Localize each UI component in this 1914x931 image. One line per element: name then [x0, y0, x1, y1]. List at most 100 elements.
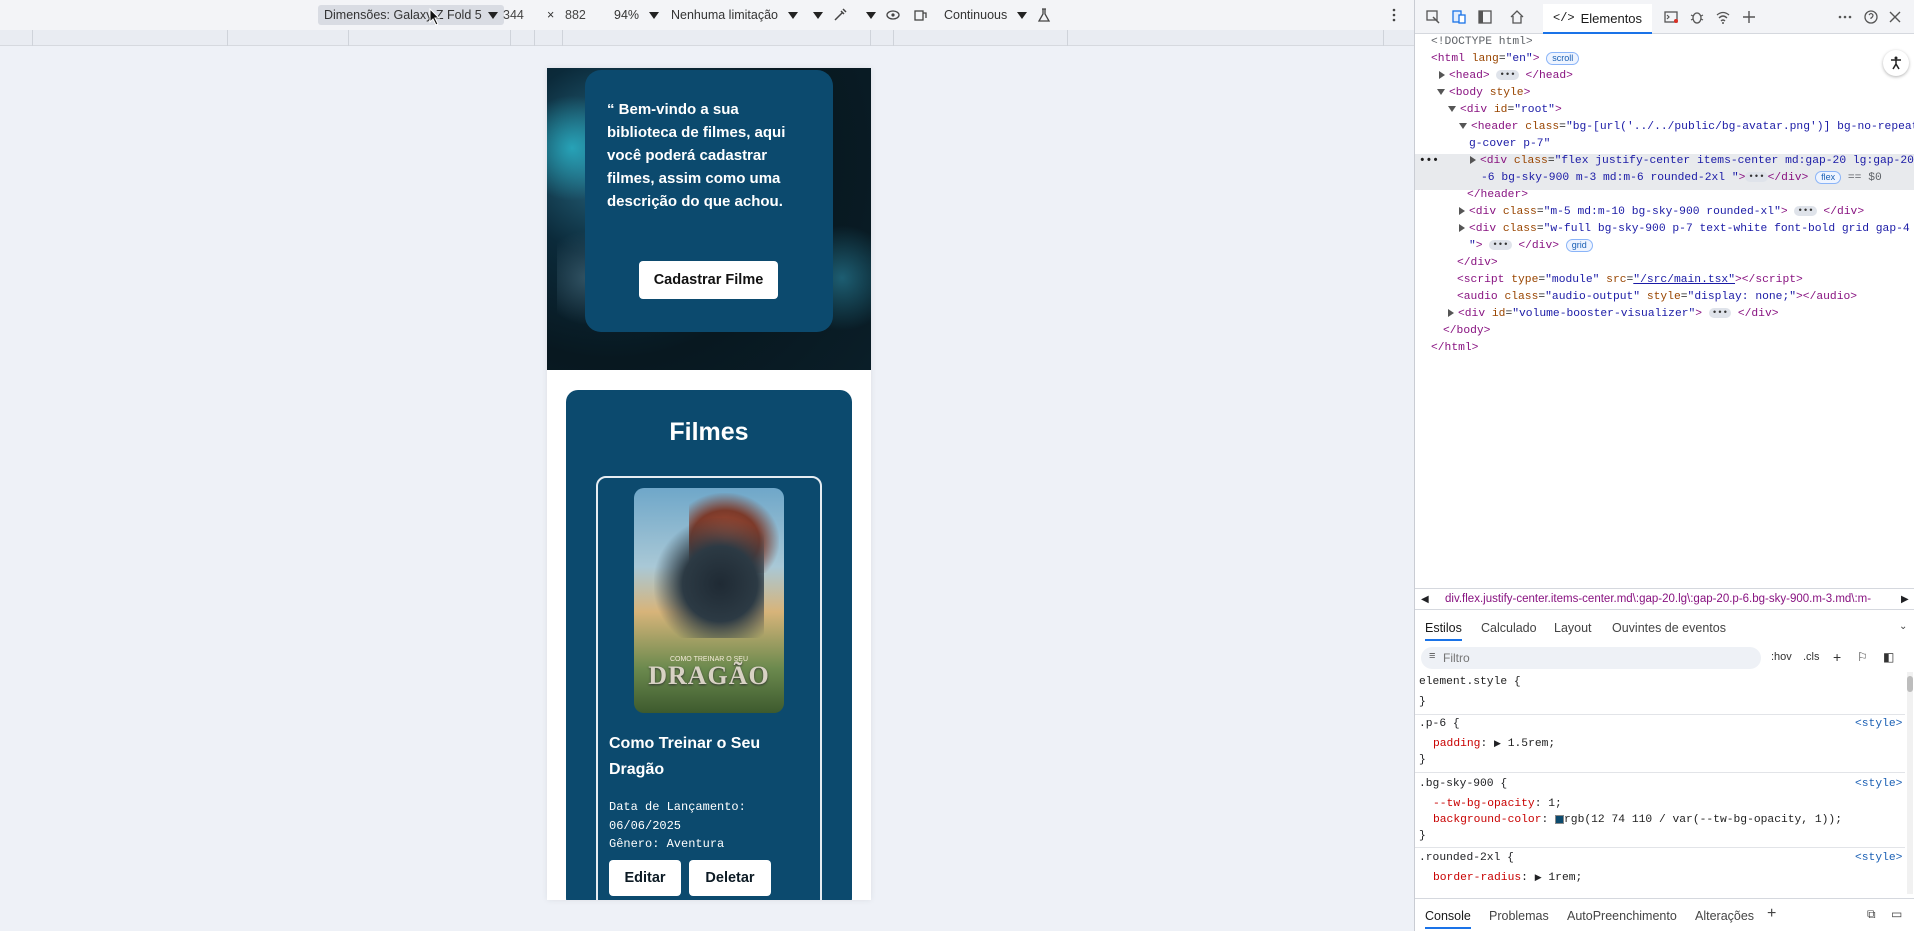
collapse-triangle-icon[interactable] [1437, 89, 1445, 96]
tab-issues[interactable]: Problemas [1489, 909, 1549, 923]
dom-volume-booster[interactable]: <div id="volume-booster-visualizer"> •••… [1448, 306, 1779, 323]
hov-toggle[interactable]: :hov [1771, 651, 1792, 663]
add-tab-icon[interactable]: + [1767, 905, 1776, 923]
chevron-down-icon [649, 11, 660, 19]
dom-audio[interactable]: <audio class="audio-output" style="displ… [1457, 289, 1857, 306]
more-horizontal-icon[interactable] [1835, 7, 1855, 27]
mouse-cursor-icon [429, 8, 441, 26]
rotate-icon[interactable] [912, 0, 928, 30]
dom-html[interactable]: <html lang="en"> scroll [1431, 51, 1580, 68]
dom-script[interactable]: <script type="module" src="/src/main.tsx… [1457, 272, 1803, 289]
styles-filter-input[interactable] [1421, 647, 1761, 669]
collapse-triangle-icon[interactable] [1448, 106, 1456, 113]
dom-root-close: </div> [1457, 257, 1498, 269]
dimensions-select[interactable]: Dimensões: Galaxy Z Fold 5 [318, 5, 504, 25]
home-icon[interactable] [1507, 7, 1527, 27]
tab-computed[interactable]: Calculado [1481, 621, 1537, 635]
tab-event-listeners[interactable]: Ouvintes de eventos [1612, 621, 1726, 635]
close-drawer-icon[interactable]: ▭ [1891, 907, 1902, 921]
dom-body[interactable]: <body style> [1437, 85, 1530, 102]
dom-root-div[interactable]: <div id="root"> [1448, 102, 1562, 119]
rounded-declaration[interactable]: border-radius: ▶ 1rem; [1433, 870, 1582, 886]
tab-autofill[interactable]: AutoPreenchimento [1567, 909, 1677, 923]
rounded-selector[interactable]: .rounded-2xl { [1419, 850, 1514, 866]
bg-color-declaration[interactable]: background-color: rgb(12 74 110 / var(--… [1433, 812, 1842, 828]
dom-body-close: </body> [1443, 325, 1491, 337]
paint-icon[interactable]: ⚐ [1857, 650, 1868, 664]
p6-selector[interactable]: .p-6 { [1419, 716, 1460, 732]
zoom-select[interactable]: 94% [614, 0, 660, 30]
save-data-select[interactable] [813, 0, 823, 30]
tab-elements[interactable]: </> Elementos [1543, 4, 1653, 34]
p6-declaration[interactable]: padding: ▶ 1.5rem; [1433, 736, 1555, 752]
accessibility-icon[interactable] [1883, 50, 1909, 76]
close-icon[interactable] [1885, 7, 1905, 27]
dom-header-cont: g-cover p-7" [1469, 138, 1551, 150]
cls-toggle[interactable]: .cls [1803, 651, 1820, 663]
wifi-icon[interactable] [1713, 7, 1733, 27]
dom-node-actions-icon[interactable]: ••• [1419, 153, 1439, 170]
chevron-left-icon[interactable]: ◀ [1421, 594, 1429, 605]
console-icon[interactable] [1661, 7, 1681, 27]
mode-select[interactable]: Continuous [944, 0, 1028, 30]
expand-triangle-icon[interactable] [1448, 309, 1454, 318]
add-rule-icon[interactable]: + [1833, 649, 1841, 665]
expand-triangle-icon[interactable] [1439, 71, 1445, 80]
breadcrumb: ◀ div.flex.justify-center.items-center.m… [1415, 588, 1914, 610]
dom-div-films[interactable]: <div class="m-5 md:m-10 bg-sky-900 round… [1459, 204, 1864, 221]
sidebar-toggle-icon[interactable]: ◧ [1883, 650, 1894, 664]
styles-pane: element.style { } .p-6 { <style> padding… [1415, 672, 1905, 894]
delete-button[interactable]: Deletar [689, 860, 771, 896]
tab-console[interactable]: Console [1425, 909, 1471, 929]
scroll-badge[interactable]: scroll [1546, 51, 1580, 65]
color-swatch[interactable] [1555, 814, 1565, 824]
style-source-link[interactable]: <style> [1855, 850, 1902, 866]
tab-changes[interactable]: Alterações [1695, 909, 1754, 923]
vision-deficiency-icon[interactable] [885, 0, 901, 30]
device-toggle-icon[interactable] [1449, 7, 1469, 27]
breadcrumb-item[interactable]: div.flex.justify-center.items-center.md\… [1445, 593, 1885, 605]
flex-badge[interactable]: flex [1815, 170, 1842, 184]
collapse-triangle-icon[interactable] [1459, 123, 1467, 130]
devtools-panel: </> Elementos <!DOCTYPE html> <html lang [1414, 0, 1914, 931]
times-sign: × [547, 8, 555, 22]
edit-button[interactable]: Editar [609, 860, 681, 896]
bug-icon[interactable] [1687, 7, 1707, 27]
expand-triangle-icon[interactable] [1459, 207, 1465, 216]
console-drawer: Console Problemas AutoPreenchimento Alte… [1415, 898, 1914, 931]
height-input[interactable]: 882 [565, 0, 586, 30]
eyedropper-icon[interactable] [832, 0, 848, 30]
style-source-link[interactable]: <style> [1855, 716, 1902, 732]
chevron-down-icon [866, 11, 876, 19]
dock-side-icon[interactable] [1475, 7, 1495, 27]
dom-tree: <!DOCTYPE html> <html lang="en"> scroll … [1415, 34, 1914, 584]
bg-opacity-declaration[interactable]: --tw-bg-opacity: 1; [1433, 796, 1562, 812]
dragon-art [654, 518, 764, 638]
dom-selected-div[interactable]: <div class="flex justify-center items-ce… [1470, 153, 1914, 170]
undock-icon[interactable]: ⧉ [1867, 907, 1876, 922]
inspect-icon[interactable] [1423, 7, 1443, 27]
register-film-button[interactable]: Cadastrar Filme [639, 261, 778, 299]
tab-styles[interactable]: Estilos [1425, 621, 1462, 641]
dom-div-grid[interactable]: <div class="w-full bg-sky-900 p-7 text-w… [1459, 221, 1910, 238]
chevron-down-icon[interactable]: ⌄ [1899, 621, 1907, 632]
filter-row: ≡ :hov .cls + ⚐ ◧ [1421, 647, 1911, 669]
expand-triangle-icon[interactable] [1459, 224, 1465, 233]
flask-icon[interactable] [1036, 0, 1052, 30]
sensor-select[interactable] [866, 0, 876, 30]
dom-header[interactable]: <header class="bg-[url('../../public/bg-… [1459, 119, 1914, 136]
expand-triangle-icon[interactable] [1470, 156, 1476, 165]
tab-layout[interactable]: Layout [1554, 621, 1592, 635]
add-tab-icon[interactable] [1739, 7, 1759, 27]
throttling-select[interactable]: Nenhuma limitação [671, 0, 798, 30]
element-style-selector[interactable]: element.style { [1419, 674, 1521, 690]
style-source-link[interactable]: <style> [1855, 776, 1902, 792]
chevron-right-icon[interactable]: ▶ [1901, 594, 1909, 605]
styles-scrollbar[interactable] [1907, 672, 1913, 894]
width-input[interactable]: 344 [503, 0, 524, 30]
grid-badge[interactable]: grid [1565, 238, 1593, 252]
bg-selector[interactable]: .bg-sky-900 { [1419, 776, 1507, 792]
more-vertical-icon[interactable] [1386, 0, 1402, 30]
dom-head[interactable]: <head> ••• </head> [1439, 68, 1573, 85]
help-icon[interactable] [1861, 7, 1881, 27]
